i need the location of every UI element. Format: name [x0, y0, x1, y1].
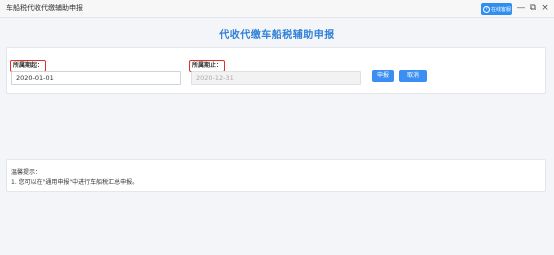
period-end-input[interactable]	[191, 71, 361, 85]
restore-icon[interactable]: ⧉	[528, 2, 538, 14]
period-form: 所属期起： 所属期止： 申报 取消	[6, 47, 546, 94]
headset-icon: ?	[483, 5, 490, 13]
minimize-icon[interactable]: —	[516, 2, 526, 14]
tips-panel: 温馨提示： 1. 您可以在"通用申报"中进行车船税汇总申报。	[6, 159, 546, 192]
tips-title: 温馨提示：	[11, 169, 42, 176]
declare-button[interactable]: 申报	[372, 70, 394, 82]
window-title: 车船税代收代缴辅助申报	[6, 4, 83, 12]
tips-item: 1. 您可以在"通用申报"中进行车船税汇总申报。	[11, 179, 139, 186]
online-help-label: 在线客服	[491, 6, 512, 13]
period-start-input[interactable]	[11, 71, 181, 85]
close-icon[interactable]: ×	[540, 2, 550, 14]
cancel-button[interactable]: 取消	[399, 70, 427, 82]
page-title: 代收代缴车船税辅助申报	[219, 30, 335, 41]
title-bar: 车船税代收代缴辅助申报 ? 在线客服 — ⧉ ×	[0, 0, 554, 18]
online-help-button[interactable]: ? 在线客服	[481, 3, 512, 15]
app-window: 车船税代收代缴辅助申报 ? 在线客服 — ⧉ × 代收代缴车船税辅助申报 所属期…	[0, 0, 554, 255]
